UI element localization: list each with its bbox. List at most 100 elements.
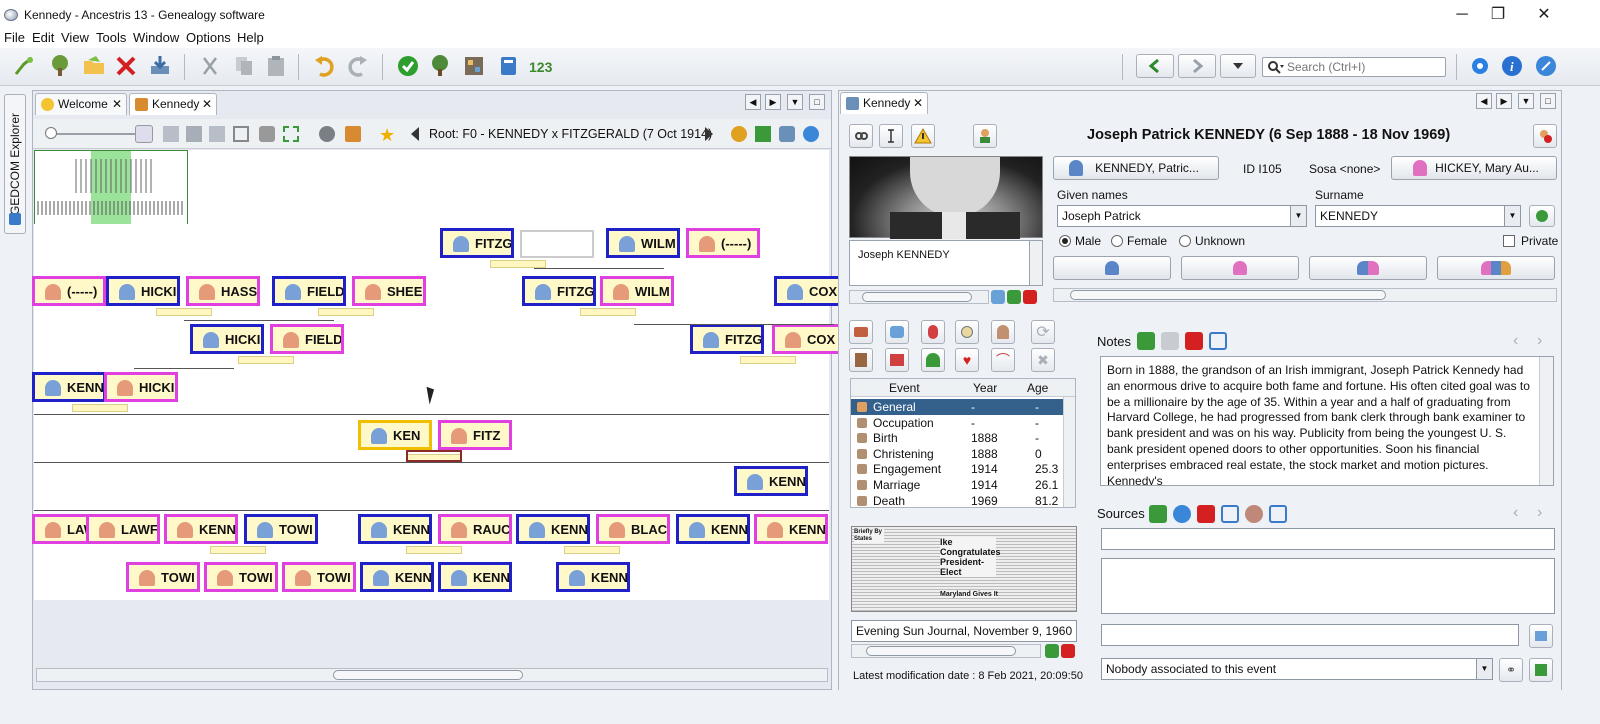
tree-node[interactable]: TOWI (126, 562, 200, 592)
tree-node[interactable]: KENN (438, 562, 512, 592)
media-remove-icon[interactable] (1061, 644, 1075, 658)
star-bookmark-icon[interactable]: ★ (379, 125, 395, 146)
menu-help[interactable]: Help (237, 28, 264, 48)
menu-view[interactable]: View (61, 28, 89, 48)
open-folder-icon[interactable] (80, 52, 108, 80)
zoom-magnifier-icon[interactable] (135, 125, 153, 143)
event-row[interactable]: Engagement 1914 25.3 (851, 461, 1063, 477)
sources-delete-icon[interactable] (1197, 505, 1215, 523)
family-strip[interactable] (564, 546, 620, 554)
tree-node[interactable]: HICKI (104, 372, 178, 402)
event-baptism-icon[interactable] (921, 320, 945, 344)
tree-node[interactable]: (-----) (32, 276, 106, 306)
tree-node[interactable]: FIELD (272, 276, 346, 306)
zoom-slider[interactable] (47, 133, 137, 135)
copy-icon[interactable] (230, 52, 258, 80)
close-genealogy-icon[interactable] (112, 52, 140, 80)
add-spouse-button[interactable] (1309, 256, 1427, 280)
next-tab-button[interactable]: ▶ (765, 94, 781, 110)
photo-add-icon[interactable] (1007, 290, 1021, 304)
tree-node[interactable]: WILM (606, 228, 680, 258)
close-window-button[interactable]: ✕ (1526, 2, 1562, 28)
back-button[interactable] (1136, 54, 1174, 78)
event-birth-icon[interactable] (885, 320, 909, 344)
book-icon[interactable] (494, 52, 522, 80)
menu-window[interactable]: Window (133, 28, 179, 48)
event-row[interactable]: Death 1969 81.2 (851, 493, 1063, 509)
tree-node[interactable]: KENN (754, 514, 828, 544)
event-occupation-icon[interactable] (849, 320, 873, 344)
event-row[interactable]: Birth 1888 - (851, 430, 1063, 446)
zoom-box-icon[interactable] (209, 126, 225, 142)
history-dropdown[interactable] (1220, 54, 1256, 78)
empty-person-slot[interactable] (520, 230, 594, 258)
settings-gear-icon[interactable] (1466, 52, 1494, 80)
add-person-icon[interactable] (973, 124, 997, 148)
event-divorce-icon[interactable]: ♥ (955, 348, 979, 372)
tree-node[interactable]: LAWF (86, 514, 160, 544)
event-burial-icon[interactable] (991, 320, 1015, 344)
link-icon[interactable] (319, 126, 335, 142)
surname-input[interactable]: KENNEDY ▼ (1315, 205, 1521, 227)
sources-link-icon[interactable] (1173, 505, 1191, 523)
association-add-icon[interactable] (1529, 658, 1553, 682)
text-cursor-icon[interactable] (879, 124, 903, 148)
tree-node[interactable]: FITZG (690, 324, 764, 354)
tree-node[interactable]: KENN (734, 466, 808, 496)
info-icon[interactable]: i (1498, 52, 1526, 80)
event-residence-icon[interactable] (885, 348, 909, 372)
source-text-field[interactable] (1101, 558, 1555, 614)
notes-add-icon[interactable] (1137, 332, 1155, 350)
menu-options[interactable]: Options (186, 28, 231, 48)
add-children-button[interactable] (1437, 256, 1555, 280)
family-strip[interactable] (238, 356, 294, 364)
notes-next-icon[interactable]: › (1537, 332, 1542, 350)
person-photo[interactable] (849, 156, 1043, 239)
help-compass-icon[interactable] (1532, 52, 1560, 80)
sources-add-icon[interactable] (1149, 505, 1167, 523)
tree-node[interactable]: WILM (600, 276, 674, 306)
open-tree-icon[interactable] (46, 52, 74, 80)
source-title-field[interactable] (1101, 528, 1555, 550)
year-column-header[interactable]: Year (973, 381, 997, 395)
surname-dropdown-icon[interactable]: ▼ (1504, 206, 1520, 226)
event-column-header[interactable]: Event (889, 381, 920, 395)
undo-icon[interactable] (310, 52, 338, 80)
media-caption-field[interactable]: Evening Sun Journal, November 9, 1960 (851, 620, 1077, 642)
tree-node[interactable]: BLAC (596, 514, 670, 544)
tree-node[interactable]: FITZ (438, 420, 512, 450)
expand-icon[interactable] (233, 126, 249, 142)
tree-node[interactable]: KENN (676, 514, 750, 544)
media-scrollbar[interactable] (851, 644, 1041, 658)
source-media-icon[interactable] (1529, 624, 1553, 648)
redo-icon[interactable] (344, 52, 372, 80)
collapse-icon[interactable] (283, 126, 299, 142)
maximize-button[interactable]: ❐ (1480, 2, 1516, 28)
event-walk-icon[interactable] (849, 348, 873, 372)
cut-icon[interactable] (196, 52, 224, 80)
tree-node[interactable]: KENN (516, 514, 590, 544)
photo-edit-icon[interactable] (991, 290, 1005, 304)
editor-tab-list-button[interactable]: ▼ (1518, 93, 1534, 109)
family-strip[interactable] (740, 356, 796, 364)
relatives-scrollbar[interactable] (1053, 288, 1557, 302)
family-strip[interactable] (72, 404, 128, 412)
photo-scrollbar[interactable] (849, 290, 989, 304)
new-genealogy-icon[interactable] (10, 52, 38, 80)
tree-node[interactable]: KENN (32, 372, 106, 402)
given-dropdown-icon[interactable]: ▼ (1290, 206, 1306, 226)
tree-node[interactable]: (-----) (686, 228, 760, 258)
tab-kennedy-tree[interactable]: Kennedy ✕ (129, 93, 217, 115)
notes-link-icon[interactable] (1161, 332, 1179, 350)
events-scrollbar[interactable] (1063, 397, 1075, 507)
gedcom-explorer-tab[interactable]: GEDCOM Explorer (4, 94, 26, 234)
association-select[interactable]: Nobody associated to this event ▼ (1101, 658, 1493, 680)
menu-edit[interactable]: Edit (32, 28, 54, 48)
check-icon[interactable] (394, 52, 422, 80)
close-tab-icon[interactable]: ✕ (112, 94, 122, 114)
add-mother-button[interactable] (1181, 256, 1299, 280)
menu-tools[interactable]: Tools (96, 28, 126, 48)
warning-icon[interactable] (911, 124, 935, 148)
notes-scrollbar[interactable] (1539, 357, 1553, 485)
tree-node[interactable]: KEN (358, 420, 432, 450)
